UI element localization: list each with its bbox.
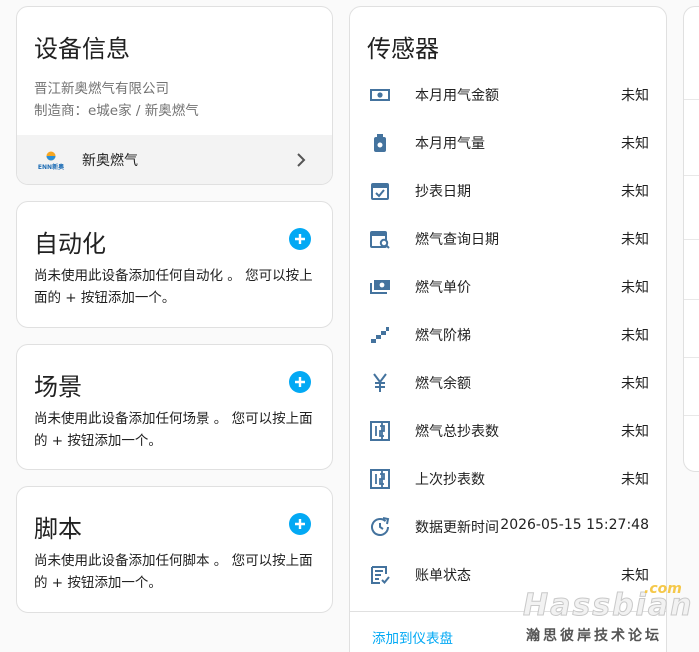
device-integration-row[interactable]: ENN新奥 新奥燃气 (17, 135, 332, 184)
sensor-name: 数据更新时间 (415, 520, 499, 536)
device-integration-name: 新奥燃气 (82, 153, 138, 169)
right-side-card (683, 6, 699, 472)
sensor-value: 未知 (621, 232, 649, 248)
watermark-subtitle: 瀚思彼岸技术论坛 (526, 628, 662, 644)
sensor-value: 未知 (621, 472, 649, 488)
sensor-row[interactable]: 燃气查询日期 未知 (350, 215, 666, 263)
sensor-value: 未知 (621, 376, 649, 392)
sensor-value: 未知 (621, 424, 649, 440)
script-title: 脚本 (34, 515, 82, 543)
sensor-name: 燃气余额 (415, 376, 471, 392)
sensor-row[interactable]: 数据更新时间 2026-05-15 15:27:48 (350, 503, 666, 551)
enn-logo-icon: ENN新奥 (37, 150, 65, 172)
sensor-value: 未知 (621, 184, 649, 200)
scene-empty-text: 尚未使用此设备添加任何场景 。 您可以按上面的 + 按钮添加一个。 (34, 411, 313, 449)
sensor-value: 2026-05-15 15:27:48 (500, 517, 649, 533)
sensor-name: 账单状态 (415, 568, 471, 584)
enn-logo-text: ENN新奥 (38, 163, 64, 171)
counter-icon (368, 419, 392, 443)
chevron-right-icon (294, 152, 308, 168)
list-status-icon (368, 563, 392, 587)
scene-card: 场景 尚未使用此设备添加任何场景 。 您可以按上面的 + 按钮添加一个。 (16, 344, 333, 470)
device-info-card: 设备信息 晋江新奥燃气有限公司 制造商：e城e家 / 新奥燃气 ENN新奥 新奥… (16, 6, 333, 185)
cash-multiple-icon (368, 275, 392, 299)
currency-cny-icon (368, 371, 392, 395)
update-icon (368, 515, 392, 539)
add-scene-button[interactable] (289, 371, 311, 393)
sensor-row[interactable]: 燃气总抄表数 未知 (350, 407, 666, 455)
sensor-value: 未知 (621, 328, 649, 344)
sensors-card: 传感器 本月用气金额 未知 本月用气量 未知 抄表日期 未知 燃气查询日期 未知… (349, 6, 667, 652)
device-info-title: 设备信息 (34, 35, 130, 63)
device-manufacturer: 制造商：e城e家 / 新奥燃气 (34, 103, 199, 119)
sensor-row[interactable]: 燃气余额 未知 (350, 359, 666, 407)
counter-icon (368, 467, 392, 491)
sensor-row[interactable]: 燃气单价 未知 (350, 263, 666, 311)
sensor-row[interactable]: 抄表日期 未知 (350, 167, 666, 215)
add-script-button[interactable] (289, 513, 311, 535)
scene-title: 场景 (34, 373, 82, 401)
plus-icon (295, 519, 305, 529)
automation-title: 自动化 (34, 230, 106, 258)
sensors-title: 传感器 (367, 35, 439, 63)
gas-canister-icon (368, 131, 392, 155)
plus-icon (295, 377, 305, 387)
add-automation-button[interactable] (289, 228, 311, 250)
add-to-dashboard-button[interactable]: 添加到仪表盘 (372, 627, 453, 647)
sensor-name: 燃气阶梯 (415, 328, 471, 344)
sensor-value: 未知 (621, 136, 649, 152)
watermark-com: .com (644, 581, 682, 597)
sensor-row[interactable]: 本月用气量 未知 (350, 119, 666, 167)
calendar-search-icon (368, 227, 392, 251)
sensor-name: 燃气查询日期 (415, 232, 499, 248)
script-empty-text: 尚未使用此设备添加任何脚本 。 您可以按上面的 + 按钮添加一个。 (34, 553, 313, 591)
sensor-row[interactable]: 本月用气金额 未知 (350, 71, 666, 119)
cash-icon (368, 83, 392, 107)
sensor-row[interactable]: 燃气阶梯 未知 (350, 311, 666, 359)
automation-empty-text: 尚未使用此设备添加任何自动化 。 您可以按上面的 + 按钮添加一个。 (34, 268, 313, 306)
script-card: 脚本 尚未使用此设备添加任何脚本 。 您可以按上面的 + 按钮添加一个。 (16, 486, 333, 613)
sensor-name: 本月用气金额 (415, 88, 499, 104)
sensor-name: 本月用气量 (415, 136, 485, 152)
sensor-name: 抄表日期 (415, 184, 471, 200)
sensor-name: 上次抄表数 (415, 472, 485, 488)
sensor-value: 未知 (621, 280, 649, 296)
calendar-check-icon (368, 179, 392, 203)
automation-card: 自动化 尚未使用此设备添加任何自动化 。 您可以按上面的 + 按钮添加一个。 (16, 201, 333, 328)
sensor-name: 燃气总抄表数 (415, 424, 499, 440)
sensor-name: 燃气单价 (415, 280, 471, 296)
sensor-row[interactable]: 上次抄表数 未知 (350, 455, 666, 503)
device-company: 晋江新奥燃气有限公司 (34, 81, 169, 97)
plus-icon (295, 234, 305, 244)
sensor-value: 未知 (621, 88, 649, 104)
stairs-icon (368, 323, 392, 347)
